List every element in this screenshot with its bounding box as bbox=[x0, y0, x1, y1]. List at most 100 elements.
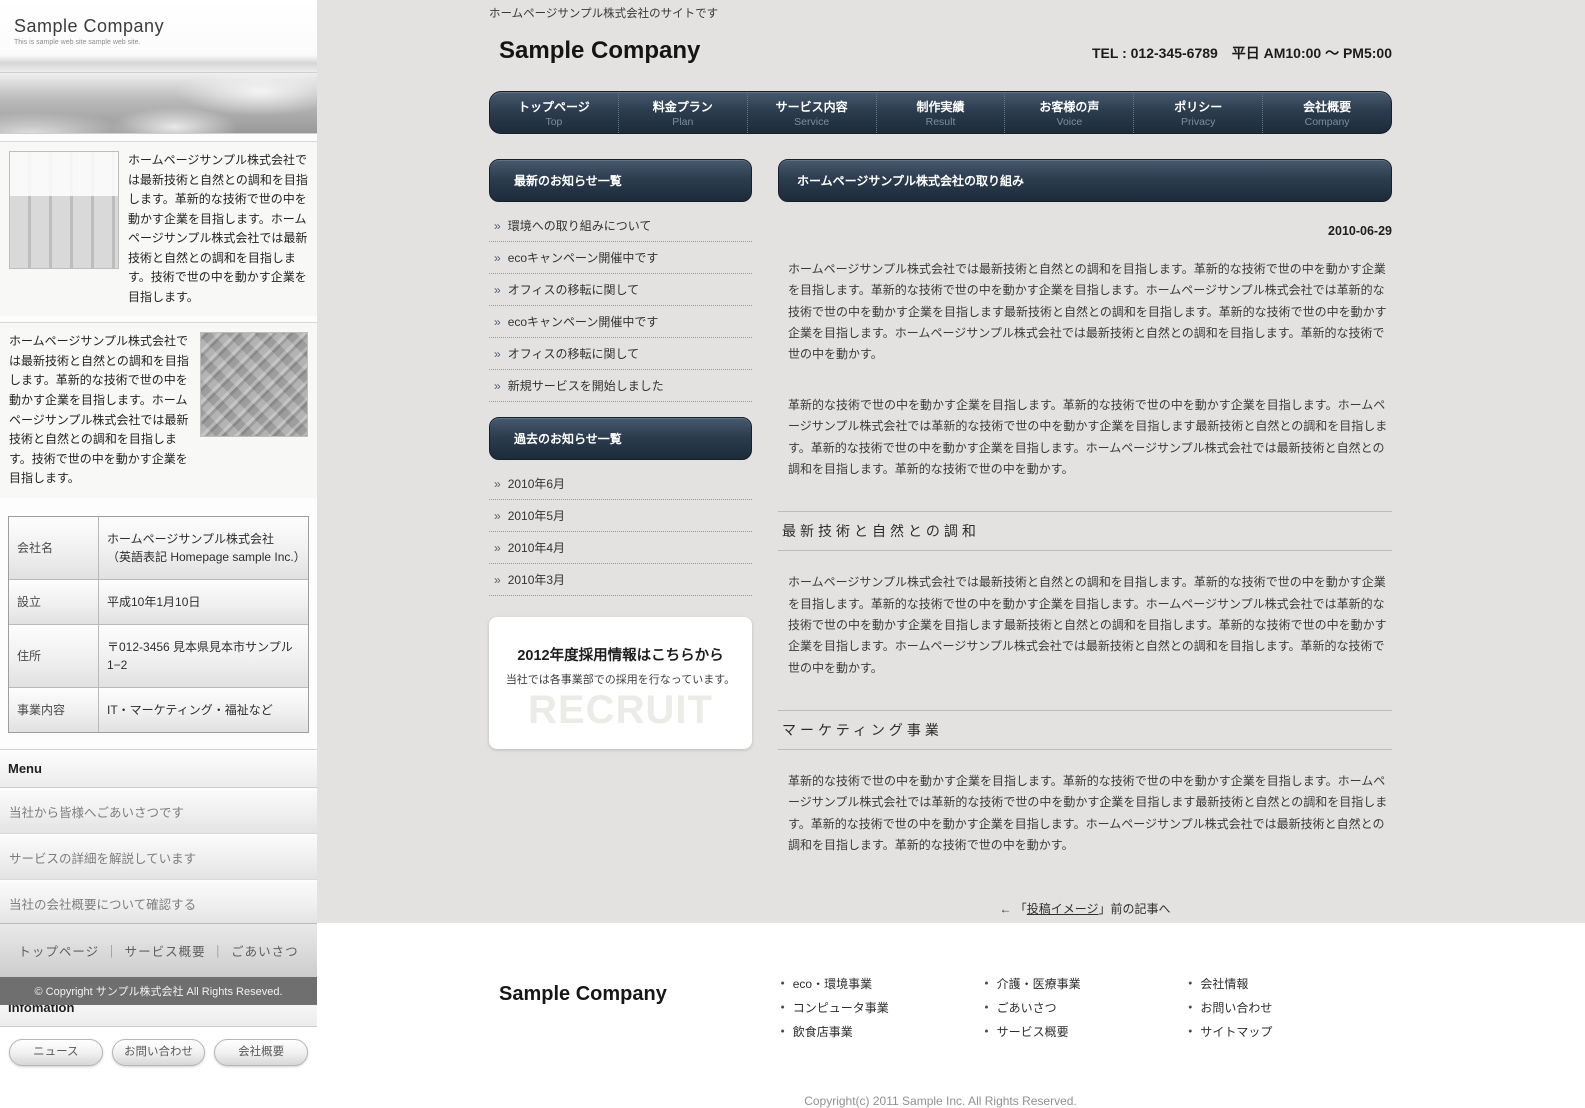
article: ホームページサンプル株式会社の取り組み 2010-06-29 ホームページサンプ… bbox=[778, 159, 1392, 917]
footer-link[interactable]: ●会社情報 bbox=[1188, 975, 1392, 992]
article-paragraph: 革新的な技術で世の中を動かす企業を目指します。革新的な技術で世の中を動かす企業を… bbox=[788, 395, 1390, 480]
bullet-icon: ● bbox=[984, 1004, 988, 1011]
footer-link[interactable]: ●eco・環境事業 bbox=[780, 975, 984, 992]
footer-link[interactable]: ●ごあいさつ bbox=[984, 999, 1188, 1016]
footer-link-top[interactable]: トップページ bbox=[18, 941, 99, 960]
bullet-icon: ● bbox=[984, 1028, 988, 1035]
footer-link-service[interactable]: サービス概要 bbox=[125, 941, 206, 960]
recruit-subtitle: 当社では各事業部での採用を行なっています。 bbox=[489, 671, 752, 687]
arrow-bullet-icon: » bbox=[494, 347, 501, 361]
archive-item[interactable]: »2010年5月 bbox=[489, 500, 752, 532]
sidebar-logo[interactable]: Sample Company This is sample web site s… bbox=[0, 0, 317, 72]
information-buttons: ニュース お問い合わせ 会社概要 bbox=[0, 1027, 317, 1066]
logo-title: Sample Company bbox=[14, 16, 317, 37]
arrow-bullet-icon: » bbox=[494, 541, 501, 555]
footer-link[interactable]: ●お問い合わせ bbox=[1188, 999, 1392, 1016]
table-label: 事業内容 bbox=[9, 688, 99, 732]
arrow-bullet-icon: » bbox=[494, 509, 501, 523]
news-item[interactable]: »新規サービスを開始しました bbox=[489, 370, 752, 402]
tel-number: TEL : 012-345-6789 bbox=[1092, 45, 1218, 61]
separator: ｜ bbox=[105, 941, 119, 960]
prev-prefix: ← 「 bbox=[999, 902, 1026, 916]
site-description: ホームページサンプル株式会社のサイトです bbox=[489, 0, 1392, 21]
footer-link[interactable]: ●コンピュータ事業 bbox=[780, 999, 984, 1016]
sky-banner-image bbox=[0, 72, 317, 134]
table-row: 住所 〒012-3456 見本県見本市サンプル1−2 bbox=[9, 625, 308, 688]
arrow-bullet-icon: » bbox=[494, 283, 501, 297]
news-item[interactable]: »オフィスの移転に関して bbox=[489, 274, 752, 306]
about-text: ホームページサンプル株式会社では最新技術と自然との調和を目指します。革新的な技術… bbox=[128, 151, 308, 307]
footer-logo: Sample Company bbox=[489, 973, 780, 1047]
bullet-icon: ● bbox=[780, 1004, 784, 1011]
news-item[interactable]: »オフィスの移転に関して bbox=[489, 338, 752, 370]
company-button[interactable]: 会社概要 bbox=[214, 1039, 308, 1066]
main-navigation: トップページ Top 料金プラン Plan サービス内容 Service 制作実… bbox=[489, 91, 1392, 134]
news-item[interactable]: »ecoキャンペーン開催中です bbox=[489, 306, 752, 338]
nav-result[interactable]: 制作実績 Result bbox=[877, 92, 1006, 133]
nav-service[interactable]: サービス内容 Service bbox=[748, 92, 877, 133]
sidebar-about-block-2: ホームページサンプル株式会社では最新技術と自然との調和を目指します。革新的な技術… bbox=[0, 322, 317, 497]
arrow-bullet-icon: » bbox=[494, 379, 501, 393]
arrow-bullet-icon: » bbox=[494, 315, 501, 329]
arrow-bullet-icon: » bbox=[494, 573, 501, 587]
news-button[interactable]: ニュース bbox=[9, 1039, 103, 1066]
article-date: 2010-06-29 bbox=[778, 224, 1392, 238]
footer-link[interactable]: ●サイトマップ bbox=[1188, 1023, 1392, 1040]
bullet-icon: ● bbox=[1188, 980, 1192, 987]
table-row: 事業内容 IT・マーケティング・福祉など bbox=[9, 688, 308, 732]
table-label: 設立 bbox=[9, 580, 99, 624]
prev-suffix: 」前の記事へ bbox=[1099, 902, 1171, 916]
sidebar: Sample Company This is sample web site s… bbox=[0, 0, 317, 1005]
office-chair-photo bbox=[9, 151, 119, 269]
table-row: 会社名 ホームページサンプル株式会社 （英語表記 Homepage sample… bbox=[9, 517, 308, 580]
nav-privacy[interactable]: ポリシー Privacy bbox=[1134, 92, 1263, 133]
sidebar-item-greeting[interactable]: 当社から皆様へごあいさつです bbox=[0, 790, 317, 834]
archive-item[interactable]: »2010年6月 bbox=[489, 468, 752, 500]
sidebar-item-service-detail[interactable]: サービスの詳細を解説しています bbox=[0, 836, 317, 880]
business-hours: 平日 AM10:00 ～ PM5:00 bbox=[1232, 45, 1392, 61]
archive-item[interactable]: »2010年4月 bbox=[489, 532, 752, 564]
archive-list: »2010年6月 »2010年5月 »2010年4月 »2010年3月 bbox=[489, 468, 752, 596]
section-heading-harmony: 最新技術と自然との調和 bbox=[778, 511, 1392, 551]
archive-item[interactable]: »2010年3月 bbox=[489, 564, 752, 596]
nav-voice[interactable]: お客様の声 Voice bbox=[1005, 92, 1134, 133]
page-title: Sample Company bbox=[499, 37, 700, 65]
previous-article-link[interactable]: 投稿イメージ bbox=[1027, 902, 1099, 916]
table-label: 住所 bbox=[9, 625, 99, 687]
arrow-bullet-icon: » bbox=[494, 251, 501, 265]
news-list-header: 最新のお知らせ一覧 bbox=[489, 159, 752, 202]
news-item[interactable]: »環境への取り組みについて bbox=[489, 210, 752, 242]
bullet-icon: ● bbox=[1188, 1004, 1192, 1011]
bullet-icon: ● bbox=[780, 980, 784, 987]
menu-heading: Menu bbox=[0, 749, 317, 788]
arrow-bullet-icon: » bbox=[494, 219, 501, 233]
nav-top[interactable]: トップページ Top bbox=[490, 92, 619, 133]
table-value: IT・マーケティング・福祉など bbox=[99, 688, 308, 732]
news-list: »環境への取り組みについて »ecoキャンペーン開催中です »オフィスの移転に関… bbox=[489, 210, 752, 402]
archive-list-header: 過去のお知らせ一覧 bbox=[489, 417, 752, 460]
recruit-banner[interactable]: 2012年度採用情報はこちらから 当社では各事業部での採用を行なっています。 R… bbox=[489, 617, 752, 749]
table-value: 〒012-3456 見本県見本市サンプル1−2 bbox=[99, 625, 308, 687]
sidebar-item-company-overview[interactable]: 当社の会社概要について確認する bbox=[0, 882, 317, 926]
arrow-bullet-icon: » bbox=[494, 477, 501, 491]
footer-link[interactable]: ●サービス概要 bbox=[984, 1023, 1188, 1040]
footer-column-services: ●介護・医療事業 ●ごあいさつ ●サービス概要 bbox=[984, 973, 1188, 1047]
contact-button[interactable]: お問い合わせ bbox=[112, 1039, 206, 1066]
news-item[interactable]: »ecoキャンペーン開催中です bbox=[489, 242, 752, 274]
terrace-table-photo bbox=[200, 332, 308, 437]
bullet-icon: ● bbox=[984, 980, 988, 987]
nav-plan[interactable]: 料金プラン Plan bbox=[619, 92, 748, 133]
table-row: 設立 平成10年1月10日 bbox=[9, 580, 308, 625]
footer-link[interactable]: ●飲食店事業 bbox=[780, 1023, 984, 1040]
footer-link-greeting[interactable]: ごあいさつ bbox=[231, 941, 299, 960]
recruit-watermark: RECRUIT bbox=[489, 688, 752, 733]
footer-link[interactable]: ●介護・医療事業 bbox=[984, 975, 1188, 992]
article-paragraph: 革新的な技術で世の中を動かす企業を目指します。革新的な技術で世の中を動かす企業を… bbox=[788, 771, 1390, 856]
logo-tagline: This is sample web site sample web site. bbox=[14, 39, 317, 46]
previous-article-nav: ← 「投稿イメージ」前の記事へ bbox=[778, 900, 1392, 917]
footer-column-company: ●会社情報 ●お問い合わせ ●サイトマップ bbox=[1188, 973, 1392, 1047]
section-heading-marketing: マーケティング事業 bbox=[778, 710, 1392, 750]
sidebar-footer-links: トップページ ｜ サービス概要 ｜ ごあいさつ bbox=[0, 923, 317, 977]
nav-company[interactable]: 会社概要 Company bbox=[1263, 92, 1391, 133]
bullet-icon: ● bbox=[1188, 1028, 1192, 1035]
